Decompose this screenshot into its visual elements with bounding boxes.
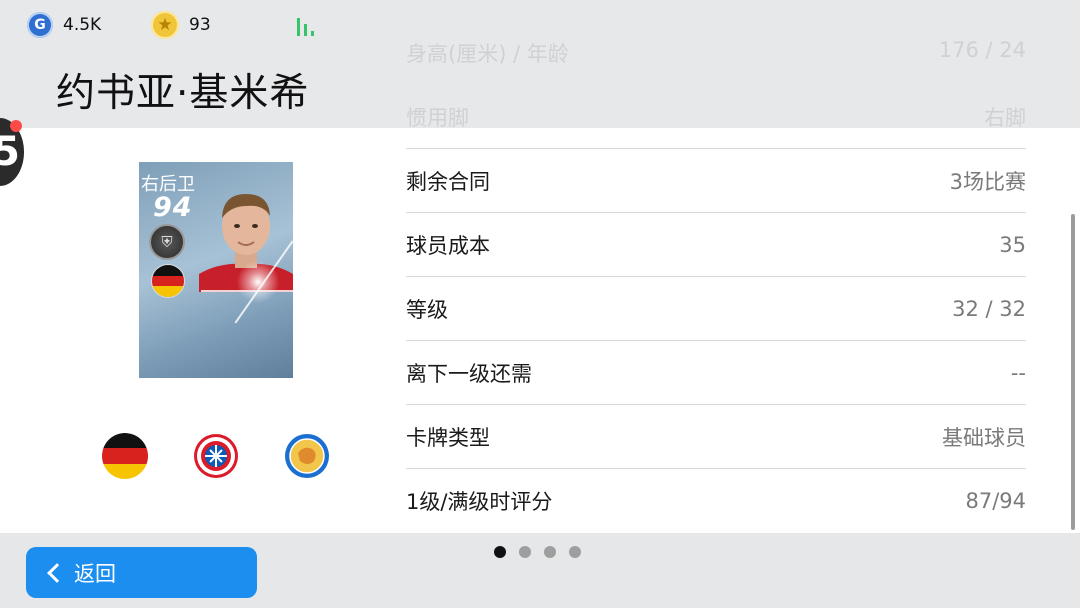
fc-bayern-munchen-logo[interactable]: [193, 433, 239, 479]
gp-balance[interactable]: G 4.5K: [27, 10, 101, 40]
star-coin-icon: ★: [151, 11, 179, 39]
stat-label: 卡牌类型: [406, 425, 490, 450]
playing-style-icon: ⛨: [149, 224, 185, 260]
stat-label: 球员成本: [406, 233, 490, 258]
faded-row-value: 176 / 24: [938, 38, 1026, 62]
faded-row-height-age: 身高(厘米) / 年龄 176 / 24: [406, 38, 1026, 68]
faded-row-foot: 惯用脚 右脚: [406, 102, 1026, 128]
stat-row-card-type: 卡牌类型 基础球员: [406, 404, 1026, 468]
chevron-left-icon: [47, 562, 67, 583]
stat-value: 3场比赛: [949, 169, 1026, 194]
back-button-label: 返回: [74, 561, 116, 586]
stat-value: 基础球员: [942, 425, 1026, 450]
stat-label: 1级/满级时评分: [406, 489, 553, 514]
coins-value: 93: [189, 15, 211, 35]
stat-row-next-level: 离下一级还需 --: [406, 340, 1026, 404]
scrollbar[interactable]: [1071, 214, 1075, 530]
signal-icon: [297, 14, 321, 36]
stat-value: 35: [999, 232, 1026, 257]
faded-row-label: 惯用脚: [406, 106, 469, 128]
player-card[interactable]: 右后卫 94 ⛨: [139, 162, 293, 378]
back-button[interactable]: 返回: [26, 547, 257, 598]
notification-dot-icon: [10, 120, 22, 132]
player-name: 约书亚·基米希: [56, 71, 310, 116]
card-rating: 94: [153, 192, 193, 223]
stat-row-level: 等级 32 / 32: [406, 276, 1026, 340]
germany-flag-icon[interactable]: [102, 433, 148, 479]
page-indicator: [494, 546, 581, 558]
europe-league-logo[interactable]: [284, 433, 330, 479]
stat-value: --: [1010, 360, 1026, 385]
stat-row-contract: 剩余合同 3场比赛: [406, 148, 1026, 212]
gp-value: 4.5K: [63, 15, 102, 35]
stat-value: 32 / 32: [952, 296, 1026, 321]
player-detail-screen: 身高(厘米) / 年龄 176 / 24 惯用脚 右脚 G 4.5K ★ 93 …: [0, 0, 1080, 608]
page-dot[interactable]: [544, 546, 556, 558]
stat-label: 等级: [406, 297, 448, 322]
stat-row-rating-range: 1级/满级时评分 87/94: [406, 468, 1026, 532]
germany-flag-icon: [151, 264, 185, 298]
gp-coin-icon: G: [27, 12, 53, 38]
card-shine: [233, 257, 283, 307]
faded-row-value: 右脚: [984, 106, 1026, 128]
player-stats-list: 剩余合同 3场比赛 球员成本 35 等级 32 / 32 离下一级还需 -- 卡…: [406, 148, 1026, 532]
stat-value: 87/94: [965, 488, 1026, 513]
page-dot[interactable]: [569, 546, 581, 558]
page-dot-active[interactable]: [494, 546, 506, 558]
stat-label: 剩余合同: [406, 169, 490, 194]
stat-label: 离下一级还需: [406, 361, 532, 386]
page-dot[interactable]: [519, 546, 531, 558]
faded-row-label: 身高(厘米) / 年龄: [406, 42, 569, 66]
stat-row-cost: 球员成本 35: [406, 212, 1026, 276]
coins-balance[interactable]: ★ 93: [151, 10, 211, 40]
